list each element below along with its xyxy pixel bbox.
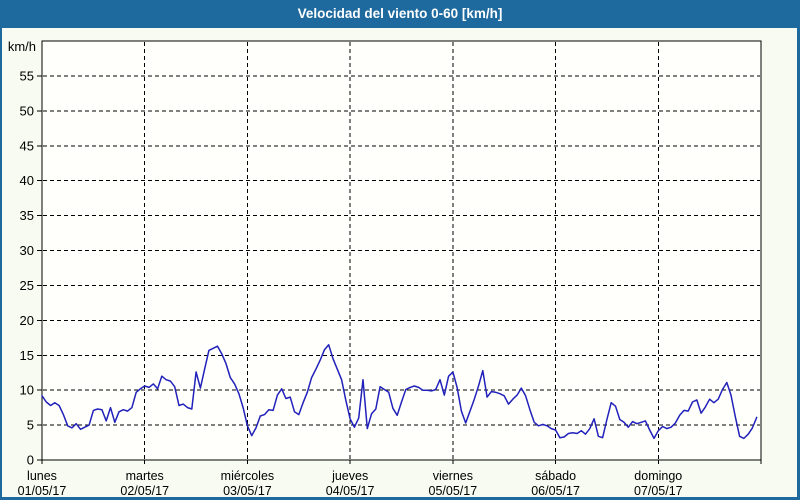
chart-title-bar: Velocidad del viento 0-60 [km/h] (0, 0, 800, 28)
wind-speed-chart: 0 5 10 15 20 25 30 35 40 45 50 55 km/h lunes01/05/17 m… (0, 0, 800, 500)
y-axis-tick-label: 0 (27, 453, 34, 468)
y-axis-tick-label: 10 (20, 383, 34, 398)
y-axis-tick-label: 55 (20, 68, 34, 83)
y-axis-tick-label: 15 (20, 348, 34, 363)
x-axis-date-label: 05/05/17 (429, 484, 478, 498)
x-axis-day-label: viernes (433, 469, 473, 483)
y-axis-tick-label: 25 (20, 278, 34, 293)
y-axis-tick-label: 30 (20, 243, 34, 258)
x-axis-day-label: lunes (27, 469, 57, 483)
x-axis-date-label: 06/05/17 (531, 484, 580, 498)
x-axis-day-label: martes (126, 469, 164, 483)
y-axis-tick-label: 35 (20, 208, 34, 223)
x-axis-date-label: 03/05/17 (223, 484, 272, 498)
x-axis-day-label: domingo (634, 469, 682, 483)
chart-title: Velocidad del viento 0-60 [km/h] (298, 6, 503, 21)
y-axis-tick-label: 5 (27, 418, 34, 433)
x-axis-date-label: 04/05/17 (326, 484, 375, 498)
chart-window: Velocidad del viento 0-60 [km/h] 0 5 10 15 2… (0, 0, 800, 500)
y-axis-unit-label: km/h (8, 39, 36, 54)
x-axis-day-label: miércoles (221, 469, 275, 483)
y-axis-tick-label: 45 (20, 138, 34, 153)
x-axis-date-label: 02/05/17 (120, 484, 169, 498)
x-axis-date-label: 01/05/17 (18, 484, 67, 498)
x-axis-date-label: 07/05/17 (634, 484, 683, 498)
y-axis-tick-label: 20 (20, 313, 34, 328)
x-axis-day-label: jueves (331, 469, 368, 483)
y-axis-tick-label: 40 (20, 173, 34, 188)
x-axis-day-label: sábado (535, 469, 576, 483)
y-axis-tick-label: 50 (20, 103, 34, 118)
